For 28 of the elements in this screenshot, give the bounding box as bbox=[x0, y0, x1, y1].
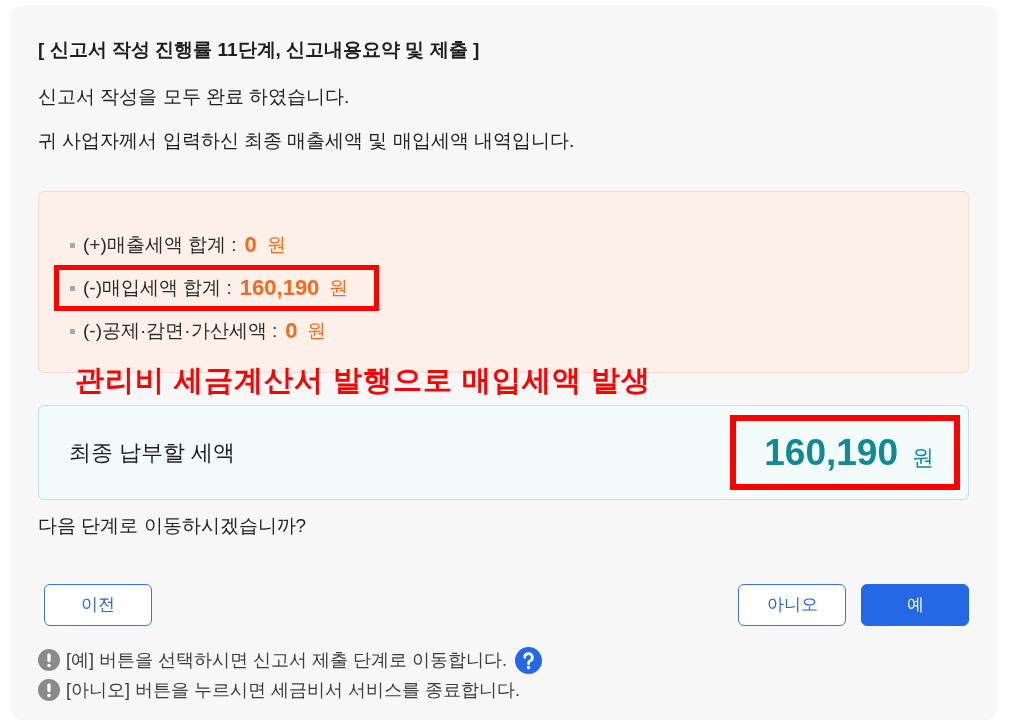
bullet-icon bbox=[70, 285, 75, 291]
intro-text: 귀 사업자께서 입력하신 최종 매출세액 및 매입세액 내역입니다. bbox=[38, 129, 576, 153]
summary-label: (+)매출세액 합계 : bbox=[83, 233, 237, 257]
help-icon[interactable] bbox=[515, 646, 542, 674]
total-label: 최종 납부할 세액 bbox=[69, 438, 236, 467]
summary-label: (-)매입세액 합계 : bbox=[83, 276, 232, 300]
total-amount: 160,190 bbox=[764, 431, 898, 475]
currency-unit: 원 bbox=[912, 444, 934, 472]
summary-label: (-)공제·감면·가산세액 : bbox=[83, 319, 278, 343]
annotation-text: 관리비 세금계산서 발행으로 매입세액 발생 bbox=[75, 363, 653, 397]
exclamation-icon bbox=[38, 649, 60, 671]
secondary-button[interactable]: 아니오 bbox=[738, 584, 846, 626]
question-text: 다음 단계로 이동하시겠습니까? bbox=[38, 514, 308, 538]
summary-amount: 0 bbox=[244, 231, 257, 259]
bullet-icon bbox=[70, 328, 75, 334]
summary-amount: 0 bbox=[285, 317, 298, 345]
notice-text: [아니오] 버튼을 누르시면 세금비서 서비스를 종료합니다. bbox=[66, 679, 520, 702]
summary-amount: 160,190 bbox=[239, 274, 320, 302]
dialog-title: [ 신고서 작성 진행률 11단계, 신고내용요약 및 제출 ] bbox=[38, 38, 481, 62]
exclamation-icon bbox=[38, 679, 60, 701]
notice-text: [예] 버튼을 선택하시면 신고서 제출 단계로 이동합니다. bbox=[66, 649, 507, 672]
currency-unit: 원 bbox=[329, 276, 349, 300]
currency-unit: 원 bbox=[266, 233, 286, 257]
intro-text: 신고서 작성을 모두 완료 하였습니다. bbox=[38, 85, 351, 109]
currency-unit: 원 bbox=[307, 319, 327, 343]
bullet-icon bbox=[70, 242, 75, 248]
confirm-button[interactable]: 예 bbox=[861, 584, 969, 626]
secondary-button[interactable]: 이전 bbox=[44, 584, 152, 626]
